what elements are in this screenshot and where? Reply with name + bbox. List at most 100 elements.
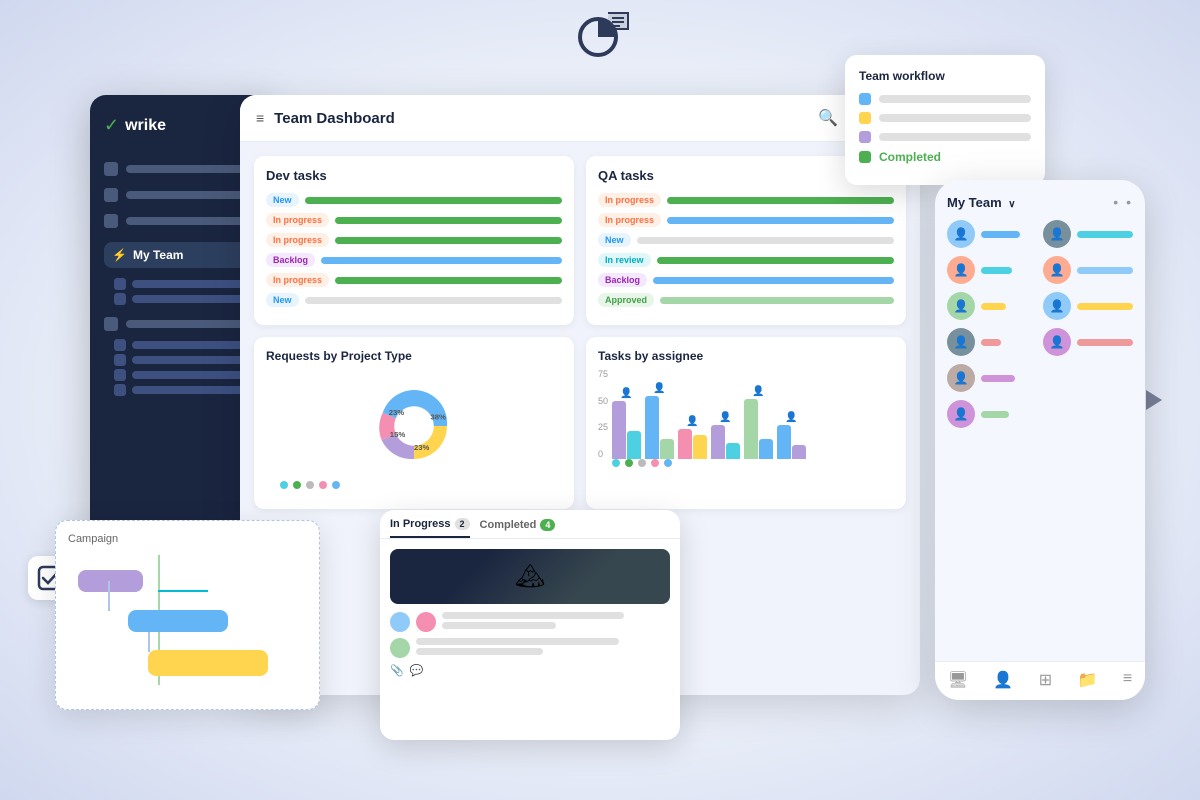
- workflow-dot-completed: [859, 151, 871, 163]
- member-avatar: 👤: [947, 364, 975, 392]
- y-label: 50: [598, 396, 608, 406]
- task-badge-backlog: Backlog: [266, 253, 315, 267]
- tab-completed[interactable]: Completed 4: [480, 518, 556, 538]
- task-progress-bar: [335, 217, 562, 224]
- dashboard-body: Dev tasks New In progress In progress Ba…: [240, 142, 920, 523]
- chart-icon: [570, 5, 630, 78]
- tab-inprogress[interactable]: In Progress 2: [390, 518, 470, 538]
- workflow-line: [879, 95, 1031, 103]
- nav-label-4: [126, 320, 256, 328]
- member-row[interactable]: 👤: [1043, 220, 1133, 248]
- member-row[interactable]: 👤: [947, 364, 1037, 392]
- campaign-node-yellow: [148, 650, 268, 676]
- member-row[interactable]: 👤: [947, 256, 1037, 284]
- sidebar-subitem-5[interactable]: [104, 369, 256, 381]
- workflow-title: Team workflow: [859, 69, 1031, 83]
- task-assignee-avatar-3: [390, 638, 410, 658]
- workflow-line: [879, 133, 1031, 141]
- task-badge-inprogress: In progress: [266, 233, 329, 247]
- mobile-dots-menu[interactable]: • •: [1113, 194, 1133, 210]
- task-subtitle-line-2: [416, 648, 543, 655]
- right-members: 👤 👤 👤 👤: [1043, 220, 1133, 436]
- y-label: 75: [598, 369, 608, 379]
- bar-chart: 👤 👤: [612, 369, 806, 459]
- workflow-dot: [859, 131, 871, 143]
- sidebar-item-1[interactable]: [104, 158, 256, 180]
- sidebar-subitem-3[interactable]: [104, 339, 256, 351]
- dot: [612, 459, 620, 467]
- dot: [306, 481, 314, 489]
- sidebar-item-4[interactable]: [104, 313, 256, 335]
- sidebar-subitem-1[interactable]: [104, 278, 256, 290]
- campaign-node-purple: [78, 570, 143, 592]
- task-mini-tabs: In Progress 2 Completed 4: [380, 510, 680, 539]
- chart-dots: [266, 481, 562, 497]
- member-avatar: 👤: [947, 256, 975, 284]
- team-bolt-icon: ⚡: [112, 248, 127, 262]
- sidebar-subitem-6[interactable]: [104, 384, 256, 396]
- task-row: Backlog: [598, 273, 894, 287]
- tab-completed-label: Completed: [480, 519, 537, 531]
- task-progress-bar: [335, 277, 562, 284]
- mobile-tab-grid[interactable]: ⊞: [1039, 670, 1052, 690]
- search-icon[interactable]: 🔍: [818, 108, 838, 128]
- bar-chart-card: Tasks by assignee 75 50 25 0 👤: [586, 337, 906, 509]
- task-mini-row: [390, 612, 670, 632]
- dashboard-header: ≡ Team Dashboard 🔍 +: [240, 95, 920, 142]
- task-progress-bar: [653, 277, 894, 284]
- member-avatar: 👤: [947, 220, 975, 248]
- mobile-tab-folder[interactable]: 📁: [1078, 670, 1098, 690]
- nav-label-2: [126, 191, 256, 199]
- member-row[interactable]: 👤: [1043, 328, 1133, 356]
- task-assignee-avatar: [390, 612, 410, 632]
- task-badge: In review: [598, 253, 651, 267]
- mobile-tab-home[interactable]: 🖥: [948, 670, 968, 690]
- mobile-header: My Team ∨ • •: [947, 194, 1133, 210]
- sidebar-logo: ✓ wrike: [104, 115, 256, 136]
- member-row[interactable]: 👤: [947, 400, 1037, 428]
- task-row: In progress: [266, 233, 562, 247]
- member-bar: [981, 231, 1020, 238]
- task-badge: Approved: [598, 293, 654, 307]
- task-badge-inprogress: In progress: [266, 213, 329, 227]
- task-row: In progress: [598, 193, 894, 207]
- sidebar-item-2[interactable]: [104, 184, 256, 206]
- member-row[interactable]: 👤: [947, 220, 1037, 248]
- team-label: My Team: [133, 248, 237, 262]
- mobile-tab-people[interactable]: 👤: [993, 670, 1013, 690]
- workflow-completed-label: Completed: [879, 150, 941, 164]
- member-row[interactable]: 👤: [1043, 256, 1133, 284]
- task-mini-icon-row: 📎 💬: [390, 664, 670, 677]
- menu-icon[interactable]: ≡: [256, 110, 264, 126]
- sidebar-item-3[interactable]: [104, 210, 256, 232]
- sidebar-subitem-4[interactable]: [104, 354, 256, 366]
- member-bar: [981, 339, 1001, 346]
- nav-label-3: [126, 217, 256, 225]
- svg-text:23%: 23%: [414, 443, 430, 452]
- task-badge-inprogress: In progress: [266, 273, 329, 287]
- campaign-connector-2: [148, 632, 150, 652]
- member-bar: [1077, 303, 1133, 310]
- campaign-nodes: [68, 555, 307, 685]
- task-badge-new: New: [266, 193, 299, 207]
- member-row[interactable]: 👤: [947, 292, 1037, 320]
- mobile-dropdown-arrow[interactable]: ∨: [1008, 199, 1015, 210]
- y-label: 0: [598, 449, 608, 459]
- member-row[interactable]: 👤: [947, 328, 1037, 356]
- member-row[interactable]: 👤: [1043, 292, 1133, 320]
- dot: [664, 459, 672, 467]
- dashboard-title: Team Dashboard: [274, 110, 808, 127]
- y-axis-labels: 75 50 25 0: [598, 369, 608, 459]
- task-mini-image: 🏔: [390, 549, 670, 604]
- nav-icon-1: [104, 162, 118, 176]
- attachment-icon: 📎: [390, 664, 404, 677]
- nav-icon-4: [104, 317, 118, 331]
- task-row: In progress: [266, 213, 562, 227]
- sidebar-subitem-2[interactable]: [104, 293, 256, 305]
- task-row: In progress: [598, 213, 894, 227]
- mobile-tab-menu[interactable]: ≡: [1123, 670, 1132, 690]
- pie-chart-svg: 38% 23% 15% 23%: [359, 371, 469, 481]
- dev-tasks-card: Dev tasks New In progress In progress Ba…: [254, 156, 574, 325]
- my-team-button[interactable]: ⚡ My Team ▾: [104, 242, 256, 268]
- task-row: Approved: [598, 293, 894, 307]
